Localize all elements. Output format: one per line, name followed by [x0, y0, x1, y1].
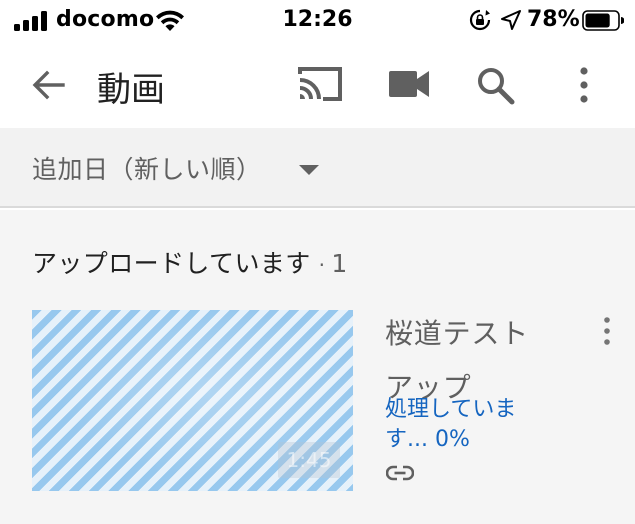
video-list-item[interactable]: 1:45 桜道テスト アップ 処理しています... 0% — [0, 310, 635, 500]
rotation-lock-icon — [469, 9, 491, 31]
page-title: 動画 — [97, 70, 165, 110]
cast-icon[interactable] — [296, 65, 344, 103]
section-count: 1 — [331, 249, 348, 278]
link-icon — [386, 465, 414, 481]
sort-bar[interactable]: 追加日（新しい順） — [0, 128, 635, 208]
back-arrow-icon[interactable] — [30, 67, 66, 103]
app-bar: 動画 — [0, 42, 635, 128]
processing-status: 処理しています... 0% — [385, 397, 517, 452]
location-arrow-icon — [501, 10, 521, 30]
section-separator: · — [318, 253, 326, 277]
more-vert-icon[interactable] — [597, 315, 617, 347]
video-camera-icon[interactable] — [388, 69, 430, 99]
status-bar: docomo 12:26 78% — [0, 0, 635, 42]
battery-percent: 78% — [527, 7, 580, 32]
uploads-section: アップロードしています · 1 1:45 桜道テスト アップ 処理しています... … — [0, 210, 635, 524]
video-duration: 1:45 — [278, 442, 340, 478]
search-icon[interactable] — [475, 65, 515, 105]
section-title: アップロードしています — [32, 249, 311, 278]
battery-icon — [582, 10, 624, 31]
battery-level-fill — [585, 13, 610, 28]
section-header: アップロードしています · 1 — [32, 244, 348, 280]
sort-label[interactable]: 追加日（新しい順） — [32, 150, 262, 186]
video-thumbnail[interactable]: 1:45 — [32, 310, 353, 491]
more-vert-icon[interactable] — [572, 64, 596, 106]
caret-down-icon[interactable] — [297, 163, 321, 177]
